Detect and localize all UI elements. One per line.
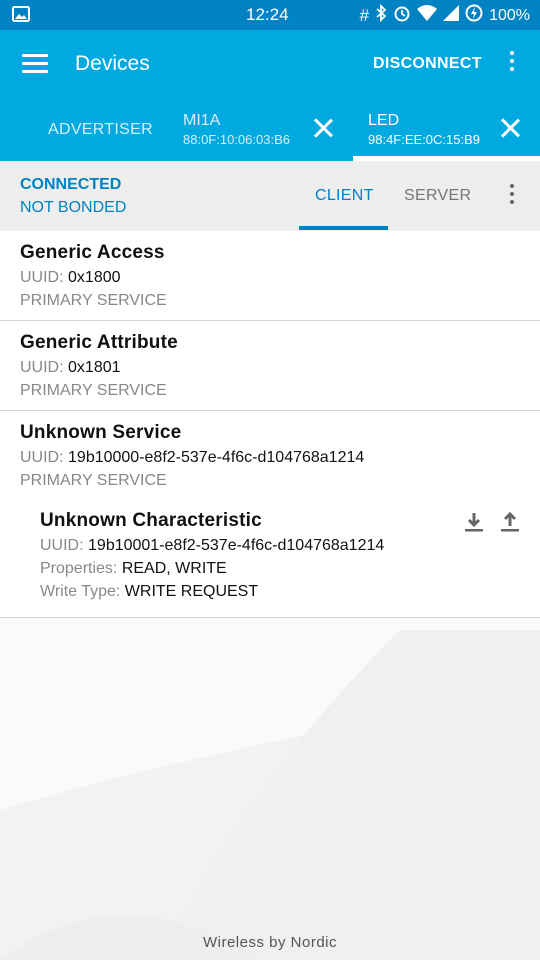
characteristic-actions xyxy=(462,510,522,534)
service-type: PRIMARY SERVICE xyxy=(20,382,167,399)
device-tab-led[interactable]: LED 98:4F:EE:0C:15:B9 xyxy=(368,112,480,147)
client-tab-indicator xyxy=(299,226,388,230)
app-toolbar: Devices DISCONNECT xyxy=(0,30,540,100)
status-bar: 12:24 # 100% xyxy=(0,0,540,30)
service-title: Generic Attribute xyxy=(20,332,178,353)
write-upload-icon[interactable] xyxy=(498,510,522,534)
page-title: Devices xyxy=(75,52,150,75)
tab-advertiser[interactable]: ADVERTISER xyxy=(48,121,153,139)
service-uuid-row: UUID: 19b10000-e8f2-537e-4f6c-d104768a12… xyxy=(20,449,520,467)
characteristic-item[interactable]: Unknown Characteristic UUID: 19b10001-e8… xyxy=(0,490,540,617)
data-saver-icon xyxy=(465,4,483,27)
bond-status: NOT BONDED xyxy=(20,199,127,216)
connection-header: CONNECTED NOT BONDED CLIENT SERVER xyxy=(0,161,540,232)
device-tab-name: MI1A xyxy=(183,112,221,129)
service-title: Unknown Service xyxy=(20,422,182,443)
write-type-value: WRITE REQUEST xyxy=(124,583,259,600)
alarm-icon xyxy=(393,4,411,27)
characteristic-uuid: 19b10001-e8f2-537e-4f6c-d104768a1214 xyxy=(88,537,385,554)
device-tab-address: 88:0F:10:06:03:B6 xyxy=(183,132,290,147)
signal-icon xyxy=(443,5,460,26)
bluetooth-icon xyxy=(375,3,387,27)
list-item[interactable]: Unknown Service UUID: 19b10000-e8f2-537e… xyxy=(0,411,540,618)
background-decoration xyxy=(0,630,540,960)
service-type: PRIMARY SERVICE xyxy=(20,292,167,309)
characteristic-title: Unknown Characteristic xyxy=(40,510,262,531)
uuid-label: UUID: xyxy=(20,269,64,286)
uuid-label: UUID: xyxy=(40,537,84,554)
service-uuid: 19b10000-e8f2-537e-4f6c-d104768a1214 xyxy=(68,449,365,466)
write-type-row: Write Type: WRITE REQUEST xyxy=(40,583,520,601)
device-tab-address: 98:4F:EE:0C:15:B9 xyxy=(368,132,481,147)
service-uuid: 0x1800 xyxy=(68,269,121,286)
device-tab-name: LED xyxy=(368,112,400,129)
service-uuid-row: UUID: 0x1801 xyxy=(20,359,520,377)
footer-branding: Wireless by Nordic xyxy=(202,934,338,951)
connection-status: CONNECTED xyxy=(20,176,122,193)
service-uuid: 0x1801 xyxy=(68,359,121,376)
wifi-icon xyxy=(417,5,438,26)
characteristic-uuid-row: UUID: 19b10001-e8f2-537e-4f6c-d104768a12… xyxy=(40,537,520,555)
tab-server[interactable]: SERVER xyxy=(404,187,471,205)
image-icon xyxy=(12,6,30,27)
properties-label: Properties: xyxy=(40,560,118,577)
hash-icon: # xyxy=(359,5,370,25)
status-icons: # 100% xyxy=(359,3,530,27)
service-title: Generic Access xyxy=(20,242,165,263)
clock: 12:24 xyxy=(246,5,289,24)
write-type-label: Write Type: xyxy=(40,583,121,600)
service-uuid-row: UUID: 0x1800 xyxy=(20,269,520,287)
device-tab-mi1a[interactable]: MI1A 88:0F:10:06:03:B6 xyxy=(183,112,290,147)
tab-client[interactable]: CLIENT xyxy=(315,187,374,205)
close-icon[interactable] xyxy=(499,117,521,139)
list-item[interactable]: Generic Attribute UUID: 0x1801 PRIMARY S… xyxy=(0,321,540,411)
more-options-icon[interactable] xyxy=(502,51,522,77)
properties-value: READ, WRITE xyxy=(121,560,227,577)
more-options-icon[interactable] xyxy=(502,184,522,210)
disconnect-button[interactable]: DISCONNECT xyxy=(373,55,482,73)
uuid-label: UUID: xyxy=(20,449,64,466)
read-download-icon[interactable] xyxy=(462,510,486,534)
list-item[interactable]: Generic Access UUID: 0x1800 PRIMARY SERV… xyxy=(0,231,540,321)
hamburger-menu-icon[interactable] xyxy=(22,54,48,76)
properties-row: Properties: READ, WRITE xyxy=(40,560,520,578)
service-list: Generic Access UUID: 0x1800 PRIMARY SERV… xyxy=(0,231,540,618)
service-type: PRIMARY SERVICE xyxy=(20,472,167,489)
device-tabs: ADVERTISER MI1A 88:0F:10:06:03:B6 LED 98… xyxy=(0,100,540,161)
battery-level: 100% xyxy=(489,6,530,24)
close-icon[interactable] xyxy=(312,117,334,139)
uuid-label: UUID: xyxy=(20,359,64,376)
